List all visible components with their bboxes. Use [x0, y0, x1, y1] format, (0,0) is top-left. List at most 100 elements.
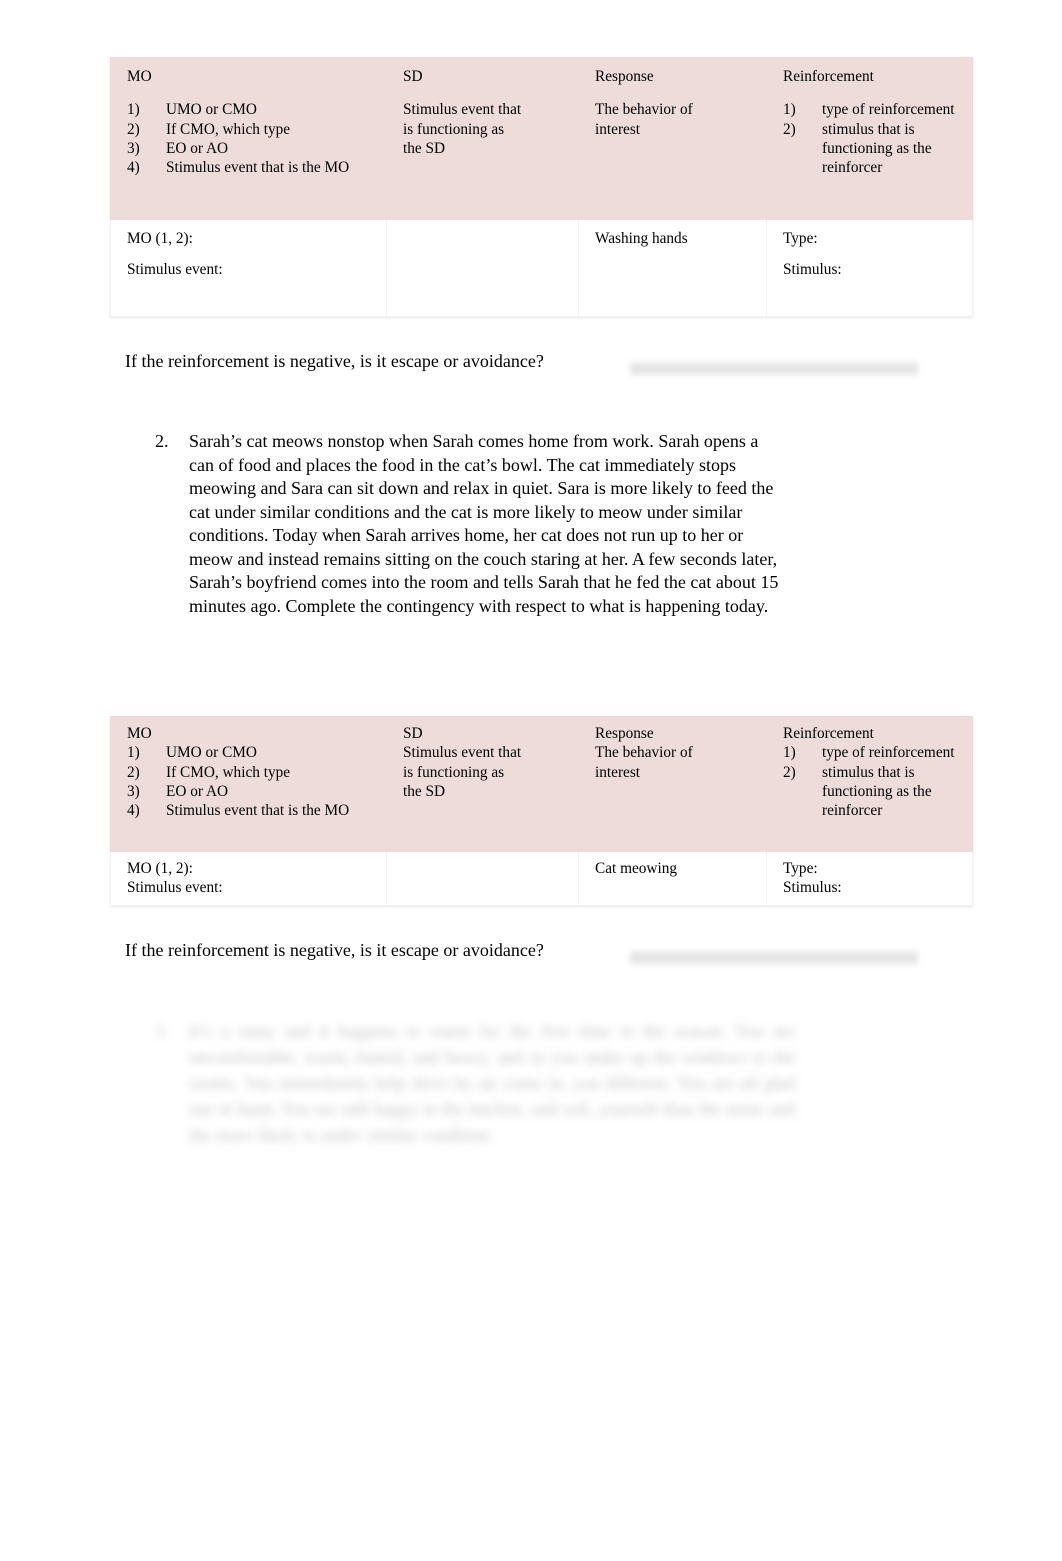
answer-cell-sd[interactable] [386, 219, 579, 317]
list-item: 2) stimulus that is functioning as the re… [783, 763, 961, 821]
list-text: If CMO, which type [166, 120, 291, 138]
column-title-response: Response [595, 68, 654, 85]
list-text: EO or AO [166, 782, 229, 800]
response-description: The behavior of interest [595, 100, 755, 139]
answer-cell-response[interactable]: Washing hands [578, 219, 767, 317]
stimulus-event-label: Stimulus event: [127, 879, 223, 897]
mo-answer-prompts: MO (1, 2): Stimulus event: [127, 229, 375, 280]
type-label: Type: [783, 860, 818, 877]
column-title-sd: SD [403, 68, 423, 85]
list-item: 3) EO or AO [127, 139, 375, 158]
list-marker: 1) [783, 101, 796, 119]
document-page: MO 1) UMO or CMO 2) If CMO, which type 3) E… [0, 0, 1062, 1561]
list-item: 4) Stimulus event that is the MO [127, 801, 375, 820]
header-cell-sd: SD Stimulus event that is functioning as… [386, 716, 579, 852]
question-negative-reinforcement-1: If the reinforcement is negative, is it … [125, 351, 544, 371]
scenario-item-2: 2. Sarah’s cat meows nonstop when Sarah … [155, 430, 785, 619]
sd-line: the SD [403, 139, 446, 157]
response-line: interest [595, 763, 641, 781]
redacted-answer-blank-1[interactable] [630, 360, 918, 377]
column-title-sd: SD [403, 725, 423, 742]
header-cell-reinforcement: Reinforcement 1) type of reinforcement 2)… [766, 57, 973, 220]
list-text: Stimulus event that is the MO [166, 802, 350, 820]
list-item: 2) stimulus that is functioning as the re… [783, 120, 961, 178]
header-cell-reinforcement: Reinforcement 1) type of reinforcement 2)… [766, 716, 973, 852]
list-marker: 4) [127, 159, 140, 177]
answer-cell-response[interactable]: Cat meowing [578, 851, 767, 906]
list-marker: 1) [127, 744, 140, 762]
mo-criteria-list: 1) UMO or CMO 2) If CMO, which type 3) EO o… [127, 743, 375, 820]
header-cell-response: Response The behavior of interest [578, 716, 767, 852]
mo-label: MO (1, 2): [127, 230, 193, 247]
list-text: stimulus that is functioning as the rein… [822, 763, 932, 820]
sd-line: is functioning as [403, 120, 505, 138]
sd-line: is functioning as [403, 763, 505, 781]
answer-cell-reinforcement[interactable]: Type: Stimulus: [766, 219, 973, 317]
table-row: MO (1, 2): Stimulus event: Washing hands… [110, 219, 973, 317]
column-title-mo: MO [127, 68, 152, 85]
stimulus-event-label: Stimulus event: [127, 261, 223, 279]
column-title-response: Response [595, 725, 654, 742]
response-answer-value: Cat meowing [595, 860, 677, 877]
list-item: 1) UMO or CMO [127, 743, 375, 762]
list-item: 1) type of reinforcement [783, 100, 961, 119]
list-text: UMO or CMO [166, 744, 257, 762]
response-line: The behavior of [595, 101, 693, 119]
table-row: MO (1, 2): Stimulus event: Cat meowing T… [110, 851, 973, 906]
reinforcement-answer-prompts: Type: Stimulus: [783, 229, 961, 280]
answer-cell-sd[interactable] [386, 851, 579, 906]
header-cell-response: Response The behavior of interest [578, 57, 767, 220]
list-marker: 2) [127, 120, 140, 138]
mo-answer-prompts: MO (1, 2): Stimulus event: [127, 859, 375, 898]
answer-cell-mo[interactable]: MO (1, 2): Stimulus event: [110, 851, 387, 906]
reinforcement-criteria-list: 1) type of reinforcement 2) stimulus that … [783, 743, 961, 820]
table-row: MO 1) UMO or CMO 2) If CMO, which type 3) E… [110, 57, 973, 220]
question-negative-reinforcement-2: If the reinforcement is negative, is it … [125, 940, 544, 960]
list-text: If CMO, which type [166, 763, 291, 781]
scenario-item-3-blurred: 3. It’s a rainy and it happens to warm f… [155, 1018, 795, 1148]
list-text: Stimulus event that is the MO [166, 159, 350, 177]
column-title-mo: MO [127, 725, 152, 742]
list-text: UMO or CMO [166, 101, 257, 119]
scenario-text: Sarah’s cat meows nonstop when Sarah com… [189, 431, 779, 617]
list-item: 3) EO or AO [127, 782, 375, 801]
answer-cell-mo[interactable]: MO (1, 2): Stimulus event: [110, 219, 387, 317]
header-cell-mo: MO 1) UMO or CMO 2) If CMO, which type 3) E… [110, 57, 387, 220]
list-item: 1) type of reinforcement [783, 743, 961, 762]
list-item: 4) Stimulus event that is the MO [127, 158, 375, 177]
mo-label: MO (1, 2): [127, 860, 193, 877]
list-marker: 4) [127, 802, 140, 820]
response-answer-value: Washing hands [595, 230, 688, 247]
list-marker: 2) [783, 763, 796, 781]
header-cell-sd: SD Stimulus event that is functioning as… [386, 57, 579, 220]
mo-criteria-list: 1) UMO or CMO 2) If CMO, which type 3) EO o… [127, 100, 375, 177]
column-title-reinforcement: Reinforcement [783, 725, 874, 742]
stimulus-label: Stimulus: [783, 879, 842, 897]
scenario-text: It’s a rainy and it happens to warm for … [189, 1021, 795, 1146]
redacted-answer-blank-2[interactable] [630, 949, 918, 966]
table-row: MO 1) UMO or CMO 2) If CMO, which type 3) E… [110, 716, 973, 852]
contingency-table-1: MO 1) UMO or CMO 2) If CMO, which type 3) E… [110, 57, 973, 317]
reinforcement-answer-prompts: Type: Stimulus: [783, 859, 961, 898]
sd-description: Stimulus event that is functioning as th… [403, 743, 567, 801]
header-cell-mo: MO 1) UMO or CMO 2) If CMO, which type 3) E… [110, 716, 387, 852]
list-text: stimulus that is functioning as the rein… [822, 120, 932, 177]
reinforcement-criteria-list: 1) type of reinforcement 2) stimulus that … [783, 100, 961, 177]
list-marker: 1) [783, 744, 796, 762]
list-text: type of reinforcement [822, 101, 955, 119]
list-marker: 1) [127, 101, 140, 119]
sd-line: Stimulus event that [403, 101, 522, 119]
sd-line: Stimulus event that [403, 744, 522, 762]
stimulus-label: Stimulus: [783, 261, 842, 279]
list-marker: 2) [783, 120, 796, 138]
type-label: Type: [783, 230, 818, 247]
contingency-table-2: MO 1) UMO or CMO 2) If CMO, which type 3) E… [110, 716, 973, 906]
list-marker: 3) [127, 139, 140, 157]
list-item: 1) UMO or CMO [127, 100, 375, 119]
sd-line: the SD [403, 782, 446, 800]
answer-cell-reinforcement[interactable]: Type: Stimulus: [766, 851, 973, 906]
column-title-reinforcement: Reinforcement [783, 68, 874, 85]
